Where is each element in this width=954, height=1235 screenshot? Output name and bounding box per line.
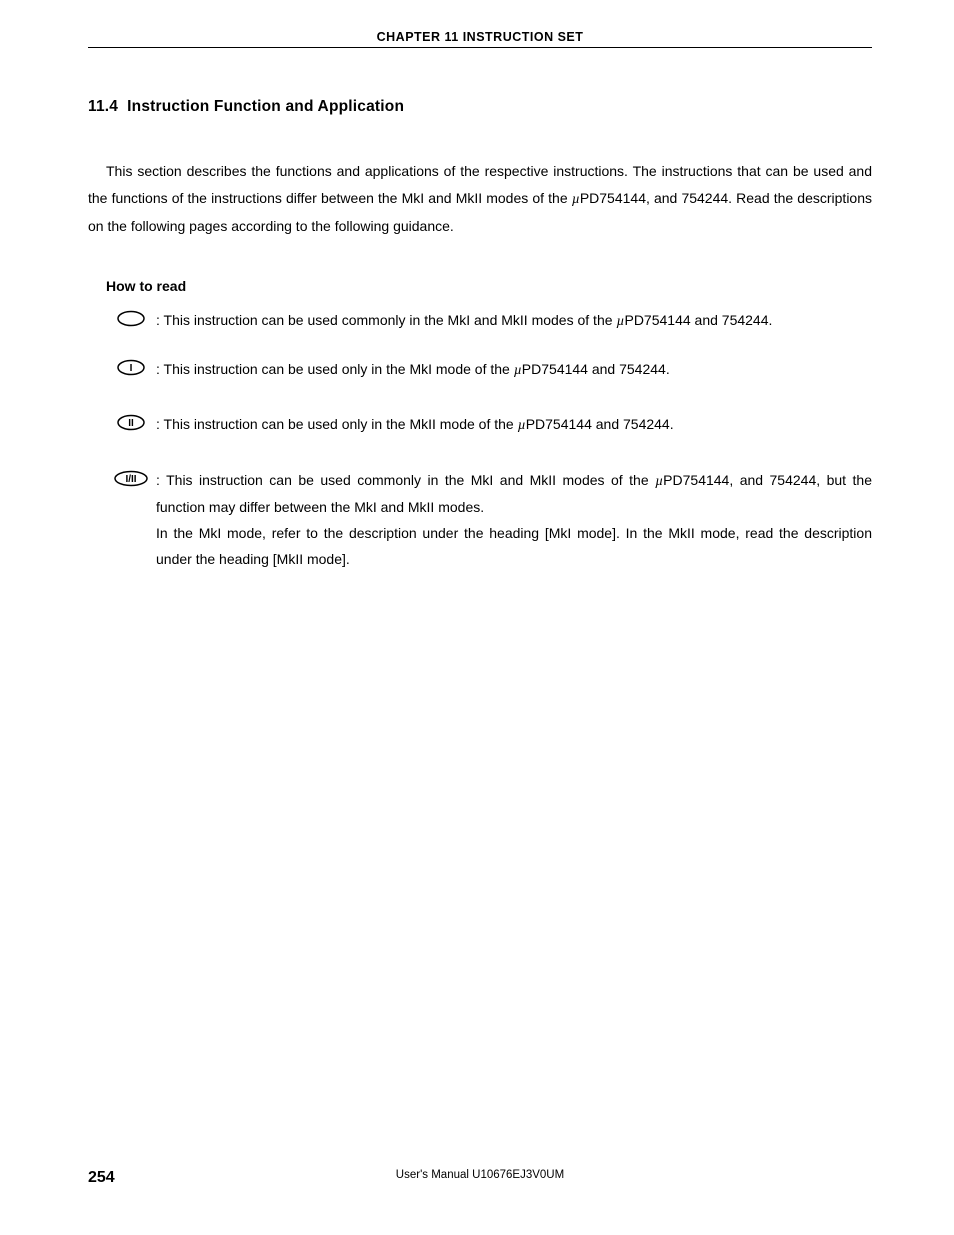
legend-icon-common bbox=[106, 308, 156, 327]
ellipse-icon-i-ii: I/II bbox=[113, 470, 149, 487]
section-title: 11.4 Instruction Function and Applicatio… bbox=[88, 98, 872, 116]
legend-text-mk1: : This instruction can be used only in t… bbox=[156, 357, 872, 384]
legend-desc-pre: : This instruction can be used only in t… bbox=[156, 416, 518, 432]
header-rule: CHAPTER 11 INSTRUCTION SET bbox=[88, 30, 872, 48]
ellipse-icon-ii: II bbox=[116, 414, 146, 431]
legend-icon-mk1-2: I/II bbox=[106, 468, 156, 487]
intro-paragraph: This section describes the functions and… bbox=[88, 158, 872, 240]
legend-row-common: : This instruction can be used commonly … bbox=[106, 308, 872, 335]
legend-text-mk1-2: : This instruction can be used commonly … bbox=[156, 468, 872, 573]
mu-glyph: µ bbox=[514, 363, 522, 378]
section-name: Instruction Function and Application bbox=[127, 98, 404, 115]
section-number: 11.4 bbox=[88, 98, 118, 115]
legend-icon-mk2: II bbox=[106, 412, 156, 431]
how-to-read-title: How to read bbox=[106, 278, 872, 294]
mu-glyph: µ bbox=[518, 418, 526, 433]
legend-row-mk2: II : This instruction can be used only i… bbox=[106, 412, 872, 439]
page-number: 254 bbox=[88, 1169, 115, 1187]
ellipse-icon-empty bbox=[116, 310, 146, 327]
chapter-header: CHAPTER 11 INSTRUCTION SET bbox=[88, 30, 872, 44]
svg-text:I: I bbox=[130, 363, 133, 374]
how-to-read-block: How to read : This instruction can be us… bbox=[106, 278, 872, 573]
footer: 254 User's Manual U10676EJ3V0UM bbox=[88, 1169, 872, 1187]
document-page: CHAPTER 11 INSTRUCTION SET 11.4 Instruct… bbox=[0, 0, 954, 1235]
legend-desc-pre: : This instruction can be used commonly … bbox=[156, 472, 655, 488]
legend-extra: In the MkI mode, refer to the descriptio… bbox=[156, 525, 872, 567]
ellipse-icon-i: I bbox=[116, 359, 146, 376]
svg-text:I/II: I/II bbox=[125, 474, 136, 485]
legend-text-mk2: : This instruction can be used only in t… bbox=[156, 412, 872, 439]
footer-doc-id: User's Manual U10676EJ3V0UM bbox=[396, 1169, 564, 1181]
legend-desc-post: PD754144 and 754244. bbox=[526, 416, 674, 432]
legend-desc-post: PD754144 and 754244. bbox=[522, 361, 670, 377]
legend-row-mk1-2: I/II : This instruction can be used comm… bbox=[106, 468, 872, 573]
legend-desc-pre: : This instruction can be used only in t… bbox=[156, 361, 514, 377]
svg-text:II: II bbox=[128, 418, 134, 429]
legend-desc-pre: : This instruction can be used commonly … bbox=[156, 312, 616, 328]
legend-icon-mk1: I bbox=[106, 357, 156, 376]
mu-glyph: µ bbox=[572, 192, 580, 207]
legend-text-common: : This instruction can be used commonly … bbox=[156, 308, 872, 335]
mu-glyph: µ bbox=[655, 474, 663, 489]
legend-row-mk1: I : This instruction can be used only in… bbox=[106, 357, 872, 384]
legend-desc-post: PD754144 and 754244. bbox=[624, 312, 772, 328]
